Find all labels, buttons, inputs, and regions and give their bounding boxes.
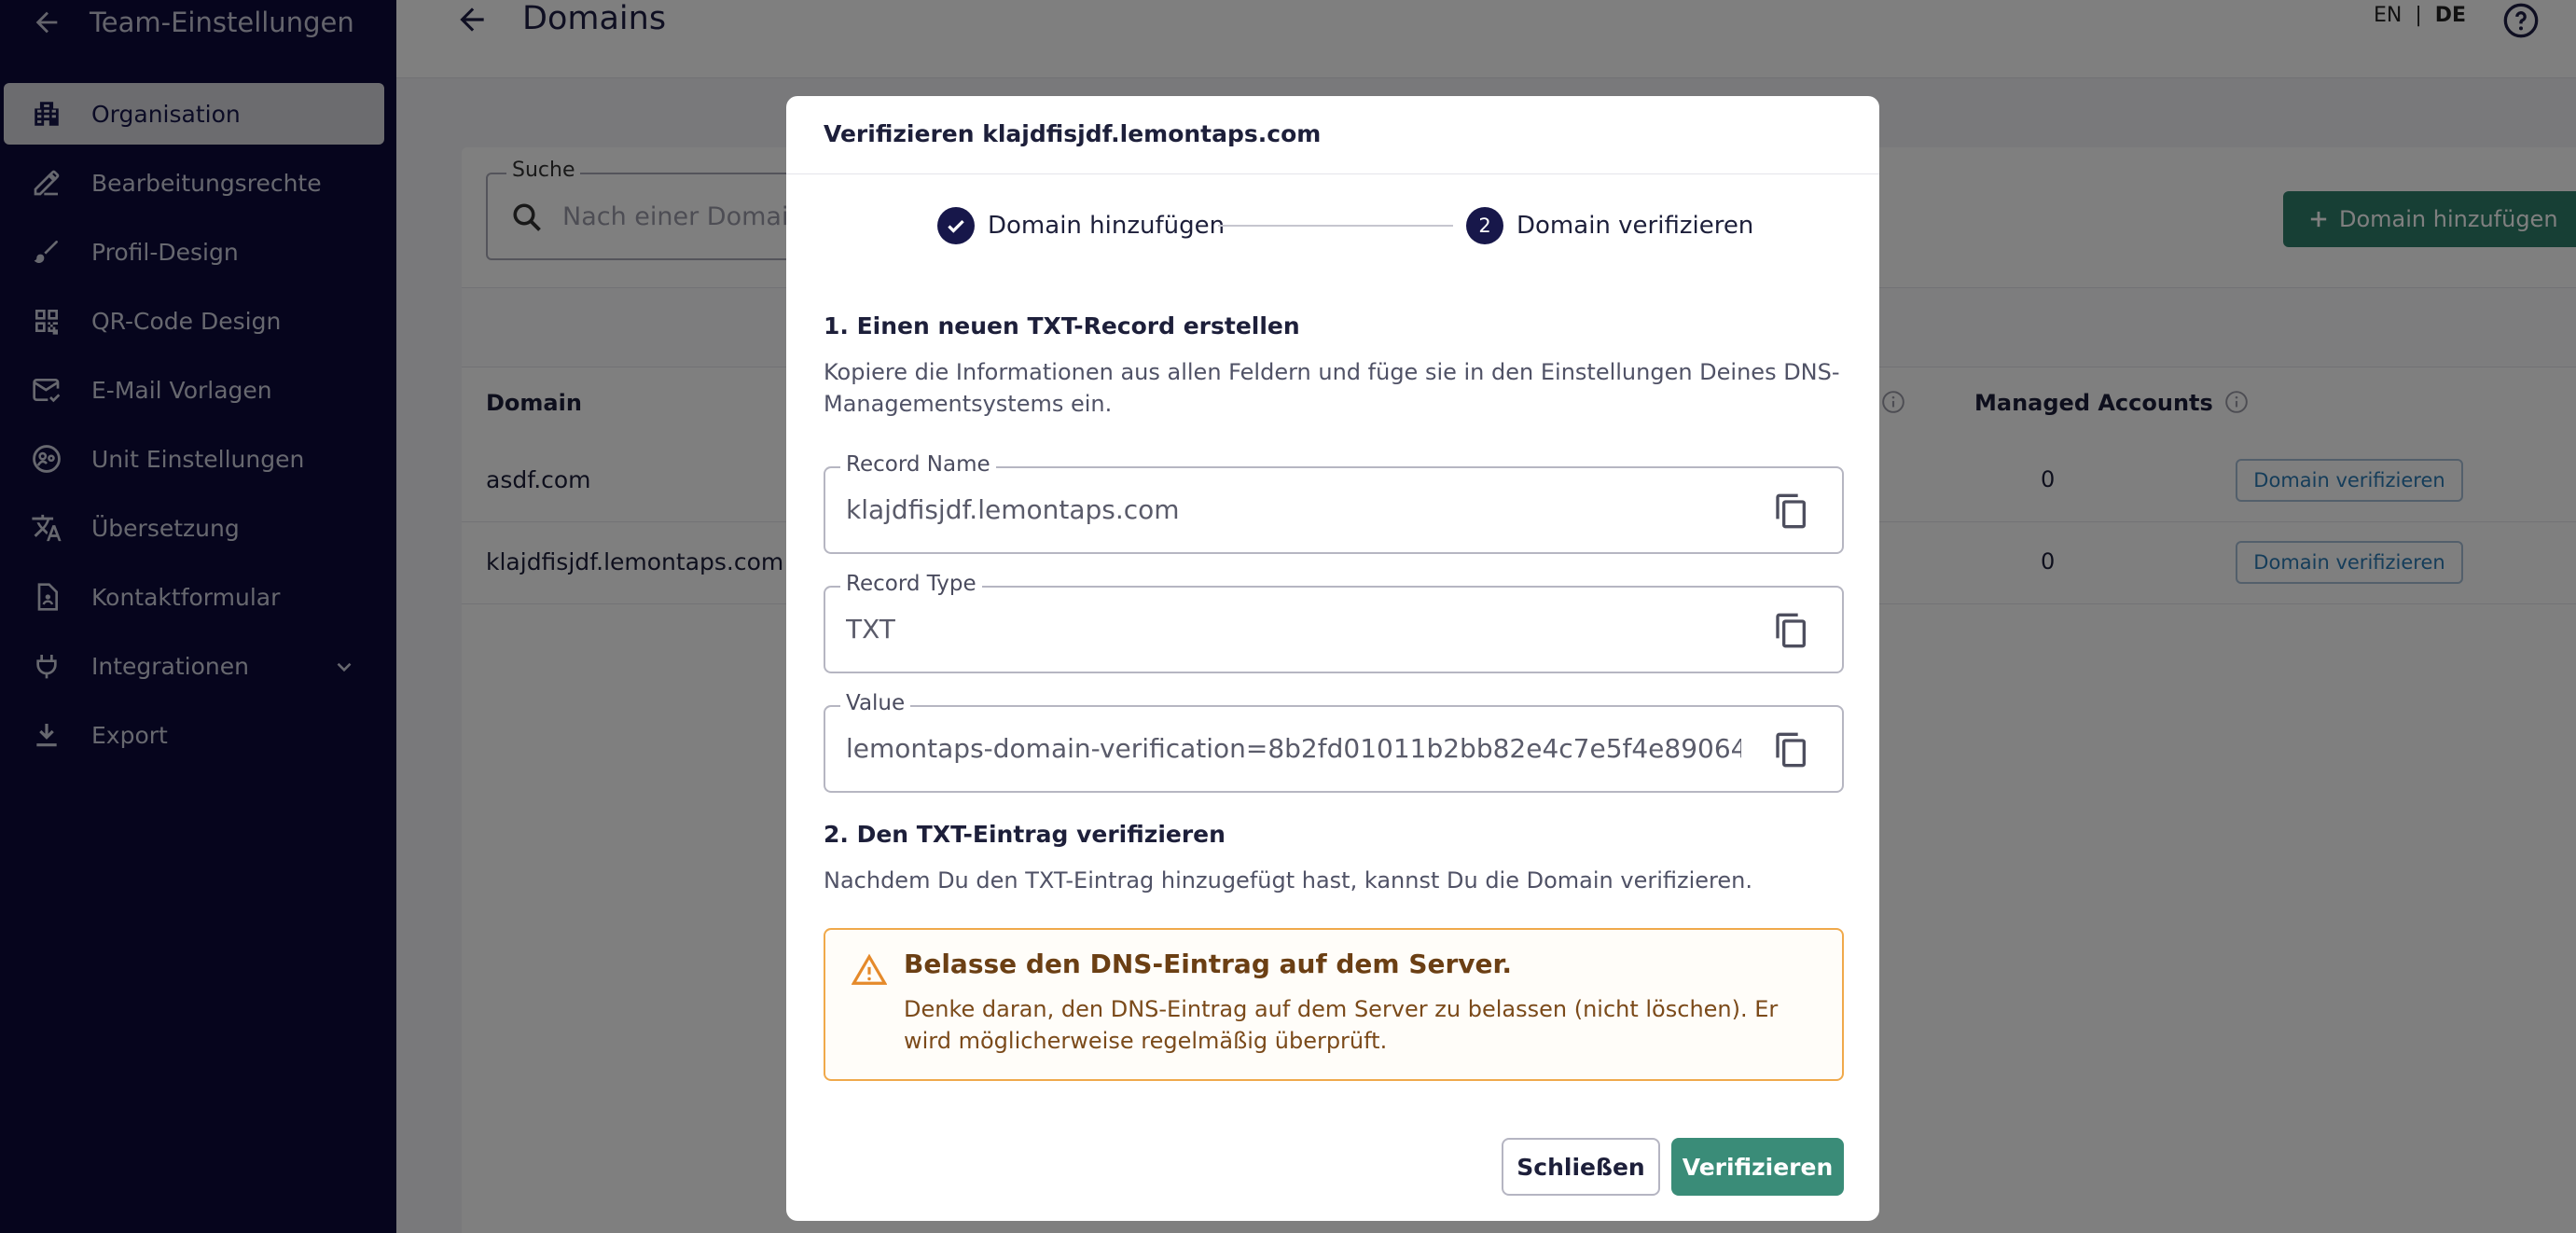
verify-domain-dialog: Verifizieren klajdfisjdf.lemontaps.com D… (786, 96, 1879, 1221)
field-label: Record Name (840, 452, 996, 477)
stepper-step-add-domain: Domain hinzufügen (937, 207, 1225, 244)
field-label: Value (840, 691, 911, 715)
section-heading: 2. Den TXT-Eintrag verifizieren (824, 821, 1226, 848)
value-field[interactable]: Value lemontaps-domain-verification=8b2f… (824, 691, 1844, 793)
dialog-title: Verifizieren klajdfisjdf.lemontaps.com (824, 120, 1322, 147)
step-label: Domain hinzufügen (988, 212, 1226, 240)
copy-icon[interactable] (1773, 612, 1810, 653)
field-label: Record Type (840, 572, 982, 596)
check-icon (937, 207, 975, 244)
record-name-field[interactable]: Record Name klajdfisjdf.lemontaps.com (824, 452, 1844, 554)
field-value[interactable]: lemontaps-domain-verification=8b2fd01011… (846, 733, 1741, 764)
copy-icon[interactable] (1773, 731, 1810, 772)
section-heading: 1. Einen neuen TXT-Record erstellen (824, 312, 1300, 339)
warning-icon (851, 952, 888, 991)
warning-alert: Belasse den DNS-Eintrag auf dem Server. … (824, 928, 1844, 1081)
field-value[interactable]: TXT (846, 614, 1741, 644)
field-value[interactable]: klajdfisjdf.lemontaps.com (846, 494, 1741, 525)
stepper-step-verify-domain: 2 Domain verifizieren (1466, 207, 1753, 244)
verify-button[interactable]: Verifizieren (1671, 1138, 1844, 1196)
stepper-connector (1218, 225, 1453, 227)
step-number: 2 (1466, 207, 1503, 244)
close-button[interactable]: Schließen (1502, 1138, 1660, 1196)
step-label: Domain verifizieren (1517, 212, 1754, 240)
divider (786, 173, 1879, 174)
record-type-field[interactable]: Record Type TXT (824, 572, 1844, 673)
section-text: Nachdem Du den TXT-Eintrag hinzugefügt h… (824, 867, 1752, 894)
alert-title: Belasse den DNS-Eintrag auf dem Server. (904, 949, 1512, 979)
alert-text: Denke daran, den DNS-Eintrag auf dem Ser… (904, 996, 1779, 1054)
section-text: Kopiere die Informationen aus allen Feld… (824, 359, 1840, 417)
copy-icon[interactable] (1773, 492, 1810, 533)
